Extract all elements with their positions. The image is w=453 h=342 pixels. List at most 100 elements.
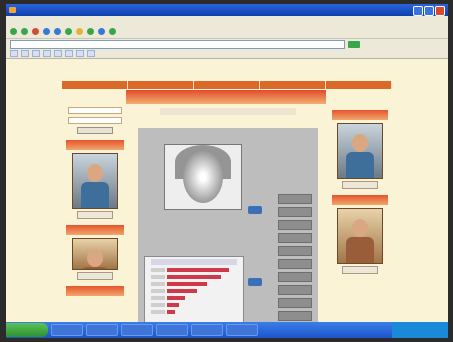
result-label bbox=[151, 309, 165, 314]
link-chip[interactable] bbox=[54, 50, 62, 57]
answer-option[interactable] bbox=[278, 311, 312, 321]
right-sidebar bbox=[328, 104, 392, 334]
left-section-header bbox=[66, 140, 124, 150]
answer-option[interactable] bbox=[278, 194, 312, 204]
result-label bbox=[151, 281, 165, 286]
window-controls bbox=[413, 6, 445, 16]
main-content bbox=[130, 104, 326, 334]
login-username-field[interactable] bbox=[68, 107, 122, 114]
left-sidebar bbox=[62, 104, 128, 334]
go-button[interactable] bbox=[348, 40, 360, 48]
answer-option[interactable] bbox=[278, 246, 312, 256]
answer-option[interactable] bbox=[278, 207, 312, 217]
photo-caption-button[interactable] bbox=[342, 266, 378, 274]
result-row bbox=[151, 288, 237, 293]
site-nav-item[interactable] bbox=[326, 81, 392, 89]
result-row bbox=[151, 274, 237, 279]
photo-caption-button[interactable] bbox=[77, 211, 113, 219]
login-password-field[interactable] bbox=[68, 117, 122, 124]
person-body bbox=[81, 182, 109, 208]
link-chip[interactable] bbox=[87, 50, 95, 57]
site-nav-item[interactable] bbox=[62, 81, 128, 89]
search-icon bbox=[65, 27, 72, 35]
photo-caption-button[interactable] bbox=[77, 272, 113, 280]
favorites-button[interactable] bbox=[76, 27, 83, 35]
result-row bbox=[151, 267, 237, 272]
link-chip[interactable] bbox=[32, 50, 40, 57]
mail-button[interactable] bbox=[98, 27, 105, 35]
left-section-header bbox=[66, 286, 124, 296]
forward-button[interactable] bbox=[21, 27, 28, 35]
answer-option[interactable] bbox=[278, 233, 312, 243]
browser-app-icon bbox=[9, 7, 16, 13]
menu-bar bbox=[6, 16, 448, 24]
links-bar bbox=[6, 49, 448, 59]
forward-icon bbox=[21, 27, 28, 35]
mail-icon bbox=[98, 27, 105, 35]
results-title bbox=[151, 259, 237, 265]
person-head bbox=[87, 164, 103, 182]
right-section-header bbox=[332, 195, 388, 205]
taskbar-item[interactable] bbox=[191, 324, 223, 336]
maximize-button[interactable] bbox=[424, 6, 434, 16]
address-input[interactable] bbox=[10, 39, 345, 49]
result-bar bbox=[167, 288, 197, 293]
site-nav-item[interactable] bbox=[260, 81, 326, 89]
member-photo[interactable] bbox=[72, 238, 118, 270]
person-head bbox=[352, 219, 368, 237]
web-page bbox=[6, 59, 448, 334]
minimize-button[interactable] bbox=[413, 6, 423, 16]
site-banner bbox=[126, 90, 326, 104]
taskbar-item[interactable] bbox=[121, 324, 153, 336]
taskbar bbox=[6, 322, 448, 338]
home-button[interactable] bbox=[54, 27, 61, 35]
answer-option[interactable] bbox=[278, 298, 312, 308]
result-label bbox=[151, 295, 165, 300]
face bbox=[183, 151, 223, 203]
member-photo[interactable] bbox=[72, 153, 118, 209]
result-row bbox=[151, 295, 237, 300]
taskbar-item[interactable] bbox=[156, 324, 188, 336]
result-bar bbox=[167, 302, 179, 307]
site-nav-item[interactable] bbox=[194, 81, 260, 89]
photo-caption-button[interactable] bbox=[342, 181, 378, 189]
right-section-header bbox=[332, 110, 388, 120]
link-chip[interactable] bbox=[43, 50, 51, 57]
search-button[interactable] bbox=[65, 27, 72, 35]
link-chip[interactable] bbox=[21, 50, 29, 57]
start-button[interactable] bbox=[6, 323, 48, 337]
link-chip[interactable] bbox=[65, 50, 73, 57]
answer-option[interactable] bbox=[278, 285, 312, 295]
print-button[interactable] bbox=[109, 27, 116, 35]
person-body bbox=[346, 237, 374, 263]
login-button[interactable] bbox=[77, 127, 113, 134]
result-bar bbox=[167, 267, 229, 272]
result-row bbox=[151, 309, 237, 314]
history-button[interactable] bbox=[87, 27, 94, 35]
result-bar bbox=[167, 281, 207, 286]
site-nav-item[interactable] bbox=[128, 81, 194, 89]
answer-option[interactable] bbox=[278, 272, 312, 282]
back-button[interactable] bbox=[10, 27, 17, 35]
result-label bbox=[151, 274, 165, 279]
link-chip[interactable] bbox=[76, 50, 84, 57]
history-icon bbox=[87, 27, 94, 35]
result-label bbox=[151, 267, 165, 272]
address-bar bbox=[6, 39, 448, 49]
result-bar bbox=[167, 274, 221, 279]
face-image bbox=[164, 144, 242, 210]
member-photo[interactable] bbox=[337, 123, 383, 179]
arrow-right-icon bbox=[248, 278, 262, 286]
taskbar-item[interactable] bbox=[226, 324, 258, 336]
link-chip[interactable] bbox=[10, 50, 18, 57]
member-photo[interactable] bbox=[337, 208, 383, 264]
close-button[interactable] bbox=[435, 6, 445, 16]
refresh-button[interactable] bbox=[43, 27, 50, 35]
answer-option[interactable] bbox=[278, 220, 312, 230]
stop-button[interactable] bbox=[32, 27, 39, 35]
answer-option[interactable] bbox=[278, 259, 312, 269]
taskbar-item[interactable] bbox=[86, 324, 118, 336]
window-title-bar[interactable] bbox=[6, 4, 448, 16]
result-label bbox=[151, 302, 165, 307]
taskbar-item[interactable] bbox=[51, 324, 83, 336]
